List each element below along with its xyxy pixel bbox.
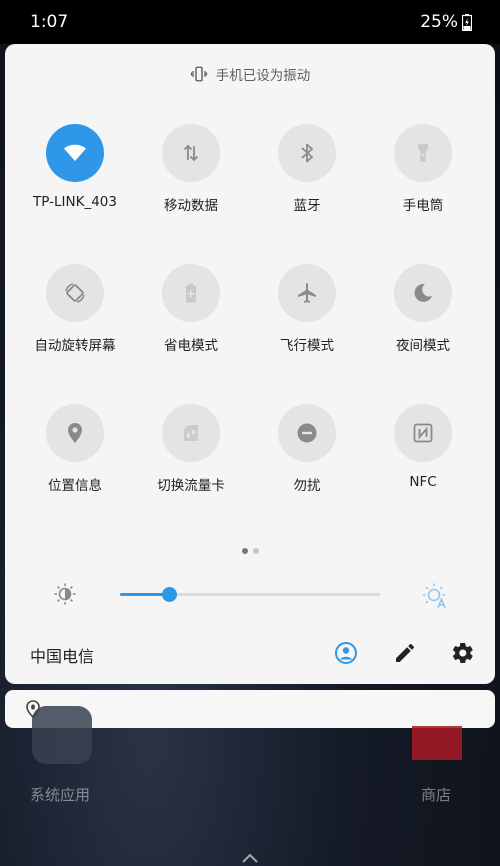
tile-location[interactable]: 位置信息: [17, 404, 133, 504]
status-right: 25%: [420, 12, 472, 32]
tile-dnd[interactable]: 勿扰: [249, 404, 365, 504]
tile-bluetooth[interactable]: 蓝牙: [249, 124, 365, 224]
brightness-low-icon: [54, 583, 76, 605]
tile-bluetooth-label: 蓝牙: [293, 198, 321, 214]
battery-saver-icon: [186, 283, 196, 303]
quick-settings-panel: 手机已设为振动 TP-LINK_403 移动数据 蓝牙 手电筒 自动旋转屏幕 省…: [5, 44, 495, 684]
tile-mobile-data-button[interactable]: [162, 124, 220, 182]
bluetooth-icon: [301, 143, 313, 163]
do-not-disturb-icon: [297, 423, 317, 443]
tile-auto-rotate-label: 自动旋转屏幕: [34, 338, 116, 354]
tile-mobile-data[interactable]: 移动数据: [133, 124, 249, 224]
tile-location-button[interactable]: [46, 404, 104, 462]
page-dot: [252, 548, 259, 554]
tile-flashlight-button[interactable]: [394, 124, 452, 182]
brightness-slider-thumb[interactable]: [162, 587, 178, 602]
vibrate-text: 手机已设为振动: [215, 68, 311, 84]
chevron-up-icon[interactable]: [240, 852, 260, 864]
tile-airplane-label: 飞行模式: [280, 338, 334, 354]
tile-battery-saver[interactable]: 省电模式: [133, 264, 249, 364]
system-apps-label: 系统应用: [30, 786, 91, 804]
system-apps-folder-icon[interactable]: [32, 706, 92, 764]
tile-auto-rotate[interactable]: 自动旋转屏幕: [17, 264, 133, 364]
tile-sim-switch-button[interactable]: [162, 404, 220, 462]
tile-flashlight[interactable]: 手电筒: [365, 124, 481, 224]
tile-location-label: 位置信息: [48, 478, 102, 494]
tile-flashlight-label: 手电筒: [402, 198, 444, 214]
panel-footer: 中国电信: [5, 638, 495, 668]
vibrate-icon: [190, 66, 207, 82]
ringer-mode-row[interactable]: 手机已设为振动: [5, 64, 495, 84]
tile-battery-saver-button[interactable]: [162, 264, 220, 322]
tile-dnd-label: 勿扰: [293, 478, 321, 494]
store-label: 商店: [421, 786, 452, 804]
mobile-data-icon: [183, 144, 199, 162]
user-account-icon[interactable]: [334, 641, 358, 665]
status-bar: 1:07 25%: [0, 0, 500, 44]
store-app-icon[interactable]: [412, 726, 462, 760]
sim-switch-icon: [184, 425, 198, 441]
tile-night-mode[interactable]: 夜间模式: [365, 264, 481, 364]
moon-icon: [414, 283, 432, 302]
tile-battery-saver-label: 省电模式: [164, 338, 218, 354]
clock: 1:07: [30, 12, 69, 32]
airplane-icon: [298, 283, 316, 303]
tile-airplane-button[interactable]: [278, 264, 336, 322]
page-indicator: [5, 548, 495, 554]
tile-wifi-label: TP-LINK_403: [33, 194, 117, 210]
tile-wifi[interactable]: TP-LINK_403: [17, 124, 133, 224]
tile-nfc-label: NFC: [409, 474, 437, 490]
brightness-row: [5, 580, 495, 610]
tile-sim-switch-label: 切换流量卡: [157, 478, 225, 494]
tile-mobile-data-label: 移动数据: [164, 198, 218, 214]
tile-night-mode-label: 夜间模式: [396, 338, 450, 354]
tile-auto-rotate-button[interactable]: [46, 264, 104, 322]
settings-gear-icon[interactable]: [451, 641, 475, 665]
carrier-name: 中国电信: [30, 647, 95, 666]
tile-night-mode-button[interactable]: [394, 264, 452, 322]
wifi-icon: [64, 144, 86, 161]
battery-icon: [462, 13, 472, 31]
nfc-icon: [413, 423, 433, 443]
battery-percent: 25%: [420, 12, 458, 32]
brightness-slider[interactable]: [120, 587, 380, 602]
tile-sim-switch[interactable]: 切换流量卡: [133, 404, 249, 504]
location-icon: [68, 423, 82, 443]
tile-bluetooth-button[interactable]: [278, 124, 336, 182]
edit-icon[interactable]: [393, 641, 417, 665]
tile-nfc[interactable]: NFC: [365, 404, 481, 504]
tile-airplane[interactable]: 飞行模式: [249, 264, 365, 364]
tile-wifi-button[interactable]: [46, 124, 104, 182]
tile-nfc-button[interactable]: [394, 404, 452, 462]
auto-brightness-icon[interactable]: [421, 582, 449, 610]
flashlight-icon: [418, 144, 428, 162]
page-dot-active: [241, 548, 248, 554]
auto-rotate-icon: [65, 283, 85, 303]
tile-dnd-button[interactable]: [278, 404, 336, 462]
